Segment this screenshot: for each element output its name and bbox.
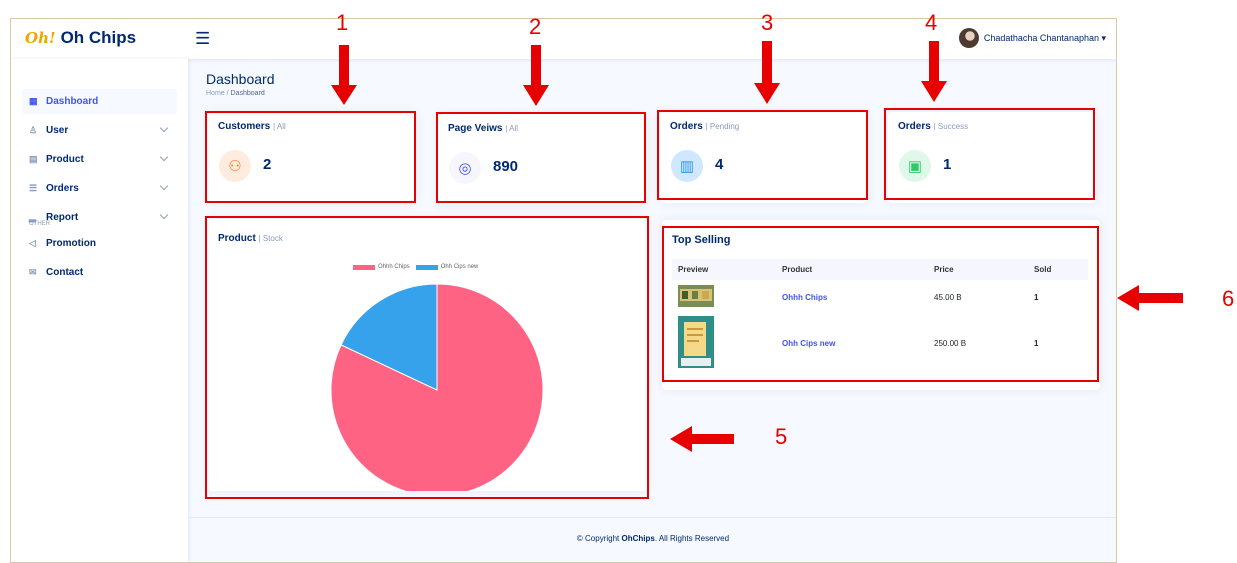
sidebar: ▦ Dashboard ♙ User ▤ Product ☰ Orders ▂ … [11,59,188,562]
page-title: Dashboard [206,71,275,87]
sidebar-item-label: Dashboard [46,96,99,107]
product-cell: Ohhh Chips [776,280,928,314]
customers-count: 2 [263,156,272,173]
breadcrumb-home[interactable]: Home [206,90,225,97]
column-header: Product [776,259,928,280]
top-selling-table: Preview Product Price Sold Ohhh Chips 45… [672,259,1088,372]
megaphone-icon: ◁ [29,238,36,248]
product-thumbnail[interactable] [678,316,714,368]
grid-icon: ▦ [29,96,38,106]
user-name: Chadathacha Chantanaphan ▾ [983,32,1106,43]
top-header: Oh! Oh Chips ☰ Chadathacha Chantanaphan … [11,19,1116,59]
person-icon: ♙ [29,125,38,135]
profile-menu[interactable]: Chadathacha Chantanaphan ▾ [958,28,1106,48]
card-title-text: Customers [218,121,271,132]
annotation-number-2: 2 [529,14,542,39]
column-header: Preview [672,259,776,280]
footer-divider [188,517,1116,518]
product-link[interactable]: Ohhh Chips [782,293,827,302]
annotation-number-5: 5 [775,424,788,449]
card-title-text: Orders [898,121,931,132]
breadcrumb: Home / Dashboard [206,90,265,97]
avatar [958,28,979,48]
sidebar-item-label: User [46,125,69,136]
footer-brand[interactable]: OhChips [621,534,654,543]
eye-icon: ◎ [449,152,481,184]
card-subtitle: | Pending [705,122,740,131]
product-thumbnail[interactable] [678,285,714,307]
product-cell: Ohh Cips new [776,314,928,372]
card-title-text: Orders [670,121,703,132]
card-title: Orders | Success [898,121,968,132]
sidebar-item-promotion[interactable]: ◁ Promotion [22,231,177,256]
orders-success-count: 1 [943,156,952,173]
product-stock-card: Product | Stock Ohhh Chips Ohh Cips new [208,219,648,491]
top-selling-title: Top Selling [672,234,731,246]
logo[interactable]: Oh! Oh Chips [25,28,136,48]
card-title: Orders | Pending [670,121,739,132]
breadcrumb-separator: / [226,90,229,97]
sidebar-item-label: Promotion [46,238,96,249]
annotation-number-4: 4 [925,10,938,35]
price-cell: 250.00 B [934,338,967,348]
sidebar-item-user[interactable]: ♙ User [22,118,177,143]
orders-success-card: Orders | Success ▣ 1 [888,112,1096,203]
annotation-number-3: 3 [761,10,774,35]
sidebar-item-dashboard[interactable]: ▦ Dashboard [22,89,177,114]
sidebar-item-label: Report [46,212,79,223]
people-icon: ⚇ [219,150,251,182]
chevron-down-icon [159,181,169,191]
sold-cell: 1 [1034,292,1039,302]
footer: © Copyright OhChips. All Rights Reserved [188,534,1116,543]
orders-pending-count: 4 [715,156,724,173]
footer-suffix: . All Rights Reserved [654,534,730,543]
card-subtitle: | All [505,124,519,133]
card-title-text: Page Veiws [448,123,503,134]
annotation-number-1: 1 [336,10,349,35]
page-views-card: Page Veiws | All ◎ 890 [438,114,646,205]
envelope-icon: ✉ [29,267,37,277]
hamburger-icon[interactable]: ☰ [195,29,210,49]
arrow-left-6 [1117,285,1183,311]
sidebar-heading: OTHER [29,221,50,227]
sidebar-item-contact[interactable]: ✉ Contact [22,260,177,285]
pie-chart [330,283,544,491]
annotation-number-6: 6 [1222,286,1235,311]
menu-button-icon: ▤ [29,154,38,164]
chevron-down-icon [159,152,169,162]
layout-text-icon: ☰ [29,183,38,193]
preview-cell [672,314,776,372]
sidebar-item-product[interactable]: ▤ Product [22,147,177,172]
logo-mark: Oh! [25,29,56,47]
sidebar-item-orders[interactable]: ☰ Orders [22,176,177,201]
app-window: Oh! Oh Chips ☰ Chadathacha Chantanaphan … [10,18,1117,563]
cash-icon: ▣ [899,150,931,182]
table-row: Ohhh Chips 45.00 B 1 [672,280,1088,314]
sold-cell: 1 [1034,338,1039,348]
app-name: Oh Chips [60,28,137,47]
top-selling-card: Top Selling Preview Product Price Sold O… [662,220,1100,390]
table-row: Ohh Cips new 250.00 B 1 [672,314,1088,372]
table-header-row: Preview Product Price Sold [672,259,1088,280]
sidebar-item-label: Product [46,154,84,165]
basket-icon: ▥ [671,150,703,182]
footer-prefix: © Copyright [576,534,622,543]
preview-cell [672,280,776,314]
card-subtitle: | Success [933,122,969,131]
customers-card: Customers | All ⚇ 2 [208,112,416,203]
breadcrumb-current: Dashboard [230,90,265,97]
orders-pending-card: Orders | Pending ▥ 4 [660,112,868,203]
chevron-down-icon [159,123,169,133]
price-cell: 45.00 B [934,292,962,302]
chevron-down-icon [159,210,169,220]
card-title: Page Veiws | All [448,123,518,134]
sidebar-item-label: Contact [46,267,84,278]
product-link[interactable]: Ohh Cips new [782,339,835,348]
column-header: Price [928,259,1028,280]
sidebar-item-label: Orders [46,183,79,194]
page-views-count: 890 [493,158,519,175]
card-title: Customers | All [218,121,286,132]
card-subtitle: | All [273,122,286,131]
column-header: Sold [1028,259,1088,280]
